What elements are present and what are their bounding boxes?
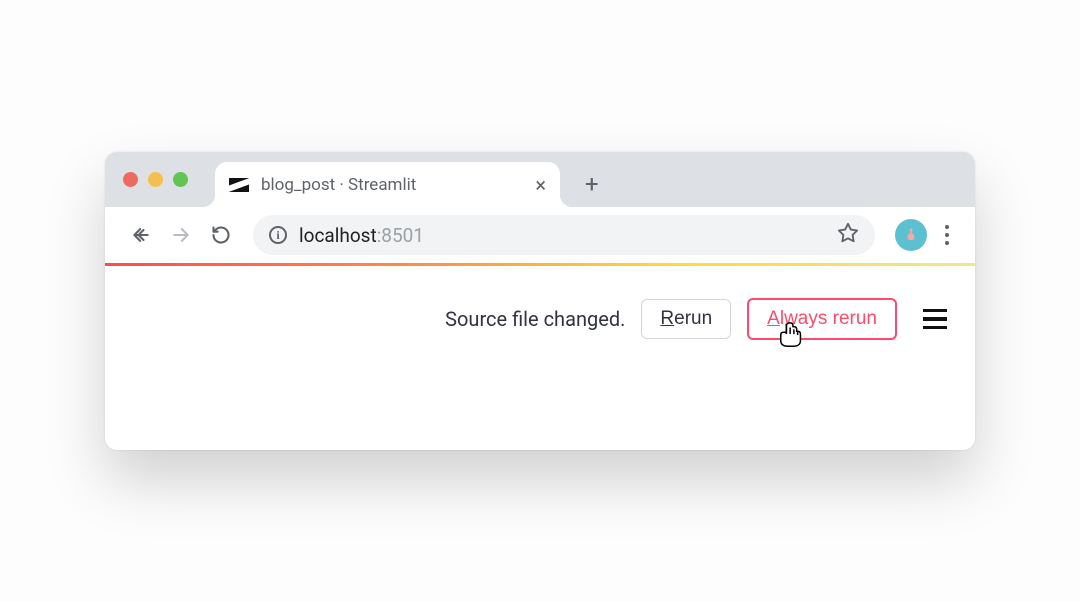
- toolbar: i localhost:8501: [105, 207, 975, 263]
- browser-window: blog_post · Streamlit × + i localhost:85…: [105, 152, 975, 450]
- traffic-lights: [123, 172, 188, 187]
- minimize-window-button[interactable]: [148, 172, 163, 187]
- maximize-window-button[interactable]: [173, 172, 188, 187]
- reload-button[interactable]: [203, 217, 239, 253]
- site-info-icon[interactable]: i: [269, 226, 287, 244]
- always-hotkey: A: [767, 308, 780, 329]
- profile-avatar[interactable]: [895, 219, 927, 251]
- streamlit-favicon: [229, 178, 249, 192]
- app-menu-button[interactable]: [923, 309, 947, 330]
- new-tab-button[interactable]: +: [585, 170, 599, 198]
- rerun-label-rest: erun: [674, 308, 712, 329]
- close-window-button[interactable]: [123, 172, 138, 187]
- bookmark-star-icon[interactable]: [837, 222, 859, 248]
- always-label-rest: lways rerun: [780, 308, 877, 329]
- url-host: localhost: [299, 224, 377, 247]
- browser-menu-button[interactable]: [937, 217, 957, 253]
- forward-button[interactable]: [163, 217, 199, 253]
- browser-tab[interactable]: blog_post · Streamlit ×: [215, 162, 560, 207]
- titlebar: blog_post · Streamlit × +: [105, 152, 975, 207]
- status-message: Source file changed.: [445, 307, 625, 331]
- close-tab-button[interactable]: ×: [535, 175, 546, 195]
- address-bar[interactable]: i localhost:8501: [253, 215, 875, 255]
- back-button[interactable]: [123, 217, 159, 253]
- rerun-button[interactable]: Rerun: [641, 299, 731, 339]
- page-content: Source file changed. Rerun Always rerun: [105, 266, 975, 450]
- url-port: :8501: [377, 224, 424, 247]
- url-text: localhost:8501: [299, 224, 424, 247]
- always-rerun-button[interactable]: Always rerun: [747, 298, 897, 340]
- tab-title: blog_post · Streamlit: [261, 175, 523, 195]
- rerun-hotkey: R: [660, 308, 674, 329]
